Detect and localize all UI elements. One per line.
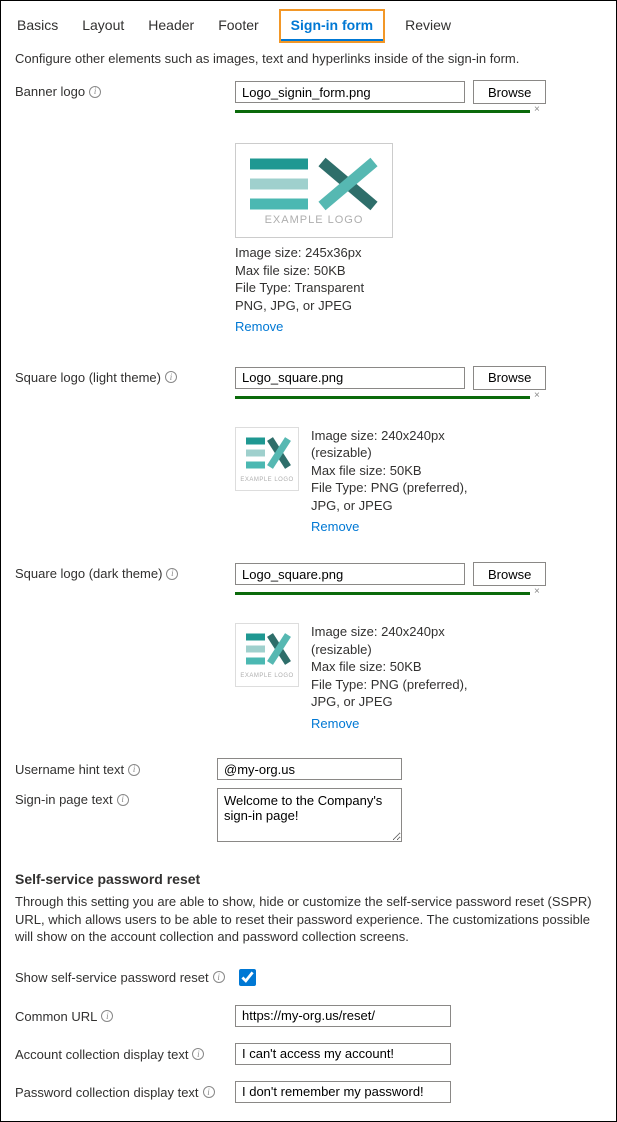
username-hint-label: Username hint text <box>15 762 124 777</box>
account-collection-input[interactable] <box>235 1043 451 1065</box>
signin-text-label: Sign-in page text <box>15 792 113 807</box>
tab-signin-form[interactable]: Sign-in form <box>281 11 383 41</box>
clear-upload-icon[interactable]: × <box>534 104 540 115</box>
info-icon[interactable]: i <box>89 86 101 98</box>
clear-upload-icon[interactable]: × <box>534 390 540 401</box>
square-dark-spec-size: Image size: 240x240px (resizable) <box>311 623 471 658</box>
banner-logo-filename-input[interactable] <box>235 81 465 103</box>
banner-logo-preview: EXAMPLE LOGO <box>235 143 393 238</box>
sspr-heading: Self-service password reset <box>15 871 602 887</box>
banner-logo-browse-button[interactable]: Browse <box>473 80 546 104</box>
square-dark-spec-maxfile: Max file size: 50KB <box>311 658 471 676</box>
square-light-label: Square logo (light theme) <box>15 370 161 385</box>
tab-header[interactable]: Header <box>146 11 196 41</box>
clear-upload-icon[interactable]: × <box>534 586 540 597</box>
banner-logo-label: Banner logo <box>15 84 85 99</box>
banner-spec-filetype: File Type: Transparent PNG, JPG, or JPEG <box>235 279 395 314</box>
banner-spec-size: Image size: 245x36px <box>235 244 395 262</box>
info-icon[interactable]: i <box>165 371 177 383</box>
square-dark-logo-preview: EXAMPLE LOGO <box>235 623 299 687</box>
banner-upload-progress <box>235 110 530 113</box>
square-dark-label: Square logo (dark theme) <box>15 566 162 581</box>
square-dark-logo-caption: EXAMPLE LOGO <box>240 673 293 679</box>
info-icon[interactable]: i <box>192 1048 204 1060</box>
tab-basics[interactable]: Basics <box>15 11 60 41</box>
square-light-browse-button[interactable]: Browse <box>473 366 546 390</box>
banner-spec-maxfile: Max file size: 50KB <box>235 262 395 280</box>
square-light-remove-link[interactable]: Remove <box>311 518 359 536</box>
tab-layout[interactable]: Layout <box>80 11 126 41</box>
account-collection-label: Account collection display text <box>15 1047 188 1062</box>
square-dark-spec-filetype: File Type: PNG (preferred), JPG, or JPEG <box>311 676 471 711</box>
signin-text-textarea[interactable] <box>217 788 402 842</box>
square-light-logo-caption: EXAMPLE LOGO <box>240 477 293 483</box>
tab-bar: Basics Layout Header Footer Sign-in form… <box>15 11 602 41</box>
intro-text: Configure other elements such as images,… <box>15 51 602 66</box>
show-sspr-checkbox[interactable] <box>239 969 256 986</box>
square-light-upload-progress <box>235 396 530 399</box>
info-icon[interactable]: i <box>101 1010 113 1022</box>
signin-form-config-panel: Basics Layout Header Footer Sign-in form… <box>0 0 617 1122</box>
square-dark-browse-button[interactable]: Browse <box>473 562 546 586</box>
square-dark-filename-input[interactable] <box>235 563 465 585</box>
banner-remove-link[interactable]: Remove <box>235 318 283 336</box>
info-icon[interactable]: i <box>117 794 129 806</box>
info-icon[interactable]: i <box>166 568 178 580</box>
sspr-description: Through this setting you are able to sho… <box>15 893 602 946</box>
square-dark-upload-progress <box>235 592 530 595</box>
square-light-logo-preview: EXAMPLE LOGO <box>235 427 299 491</box>
square-light-spec-filetype: File Type: PNG (preferred), JPG, or JPEG <box>311 479 471 514</box>
password-collection-input[interactable] <box>235 1081 451 1103</box>
tab-review[interactable]: Review <box>403 11 453 41</box>
info-icon[interactable]: i <box>128 764 140 776</box>
tab-footer[interactable]: Footer <box>216 11 260 41</box>
banner-logo-caption: EXAMPLE LOGO <box>265 214 364 226</box>
info-icon[interactable]: i <box>203 1086 215 1098</box>
square-light-filename-input[interactable] <box>235 367 465 389</box>
show-sspr-label: Show self-service password reset <box>15 970 209 985</box>
square-light-spec-maxfile: Max file size: 50KB <box>311 462 471 480</box>
password-collection-label: Password collection display text <box>15 1085 199 1100</box>
username-hint-input[interactable] <box>217 758 402 780</box>
common-url-label: Common URL <box>15 1009 97 1024</box>
info-icon[interactable]: i <box>213 971 225 983</box>
square-light-spec-size: Image size: 240x240px (resizable) <box>311 427 471 462</box>
square-dark-remove-link[interactable]: Remove <box>311 715 359 733</box>
